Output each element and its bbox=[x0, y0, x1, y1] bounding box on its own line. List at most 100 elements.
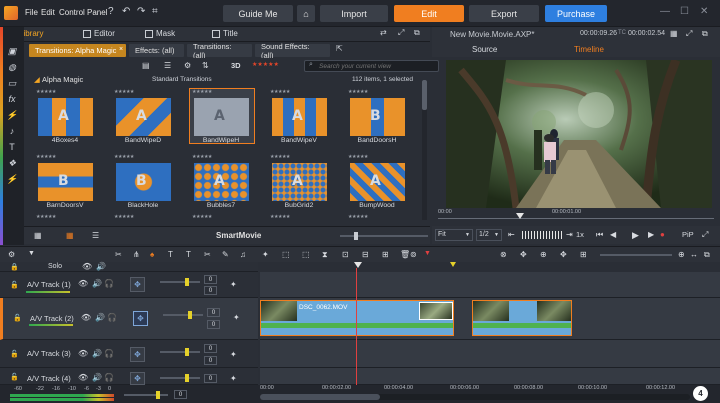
monitor-icon[interactable]: ▭ bbox=[5, 76, 19, 90]
track-fx-button[interactable]: ✥ bbox=[130, 372, 145, 385]
keyframe-icon[interactable]: ✦ bbox=[230, 280, 237, 289]
search-input[interactable] bbox=[304, 60, 439, 72]
purchase-button[interactable]: Purchase bbox=[545, 5, 607, 22]
sort-icon[interactable]: ⇅ bbox=[202, 61, 209, 70]
volume-handle[interactable] bbox=[185, 374, 189, 382]
preview-scrubber[interactable]: 00:00 00:00:01.00 bbox=[432, 208, 720, 226]
help-icon[interactable]: ? bbox=[108, 6, 114, 17]
edit-tool-icon[interactable]: ✎ bbox=[222, 250, 229, 259]
timeline-zoom-slider[interactable] bbox=[600, 254, 672, 256]
timeline-popout-icon[interactable]: ⧉ bbox=[704, 250, 710, 260]
volume-slider[interactable] bbox=[163, 314, 203, 316]
tab-mask[interactable]: Mask bbox=[145, 29, 175, 38]
volume-handle[interactable] bbox=[188, 311, 192, 319]
crop-tool-icon[interactable]: ⊡ bbox=[342, 250, 349, 259]
filter-icon[interactable]: ⚙ bbox=[184, 61, 191, 70]
scissors-icon[interactable]: ✂ bbox=[204, 250, 211, 259]
media-icon[interactable]: ▣ bbox=[5, 44, 19, 58]
transition-item[interactable]: ★★★★★ A BandWipeV bbox=[270, 89, 327, 144]
master-volume-slider[interactable] bbox=[124, 394, 168, 396]
zoom-in-icon[interactable]: ⊕ bbox=[678, 250, 685, 259]
insert-icon[interactable]: ✥ bbox=[560, 250, 567, 259]
headphone-icon[interactable]: 🎧 bbox=[104, 373, 114, 382]
filter-tab-effects[interactable]: Effects: (all) bbox=[129, 44, 184, 57]
lock-icon[interactable]: 🔓 bbox=[10, 281, 19, 289]
list-view-icon[interactable]: ☰ bbox=[164, 61, 171, 70]
timeline-ruler[interactable] bbox=[260, 262, 720, 272]
title-tool-icon[interactable]: T bbox=[168, 250, 173, 259]
jog-shuttle[interactable] bbox=[522, 231, 562, 239]
lock-icon[interactable]: 🔓 bbox=[13, 314, 22, 322]
track-lane-3[interactable] bbox=[260, 340, 720, 368]
delete-icon[interactable]: 🗑 bbox=[400, 250, 410, 259]
transition-item[interactable]: ★★★★★ A Bubbles7 bbox=[192, 154, 249, 209]
sound-effect-icon[interactable]: ⚡ bbox=[5, 172, 19, 186]
keyframe-icon[interactable]: ✦ bbox=[230, 374, 237, 383]
lock-icon[interactable]: 🔓 bbox=[10, 350, 19, 358]
fx-tool-icon[interactable]: ✦ bbox=[262, 250, 269, 259]
popout-icon[interactable]: ⧉ bbox=[702, 29, 708, 39]
transition-icon[interactable]: ⚡ bbox=[5, 108, 19, 122]
eye-icon[interactable]: 👁 bbox=[81, 313, 91, 322]
marker-icon[interactable]: ♠ bbox=[150, 250, 154, 259]
timeline-scrollbar[interactable] bbox=[260, 394, 690, 400]
magnet-icon[interactable]: ⊕ bbox=[540, 250, 547, 259]
swap-icon[interactable]: ⇄ bbox=[380, 28, 387, 37]
filter-tab-transitions[interactable]: Transitions: (all) bbox=[187, 42, 252, 60]
speaker-icon[interactable]: 🔊 bbox=[95, 313, 105, 322]
track-header-1[interactable]: 🔓 A/V Track (1) 👁 🔊 🎧 ✥ 0 0 ✦ bbox=[0, 272, 258, 298]
razor-icon[interactable]: ✂ bbox=[115, 250, 122, 259]
fx-icon[interactable]: fx bbox=[5, 92, 19, 106]
keyframe-icon[interactable]: ✦ bbox=[230, 350, 237, 359]
video-clip[interactable] bbox=[472, 300, 572, 336]
transition-item[interactable]: ★★★★★ A BandWipeD bbox=[114, 89, 171, 144]
speaker-icon[interactable]: 🔊 bbox=[96, 262, 106, 271]
minimize-icon[interactable]: — bbox=[660, 6, 670, 17]
export-button[interactable]: Export bbox=[469, 5, 539, 22]
go-start-icon[interactable]: ⏮ bbox=[596, 230, 603, 240]
speed-tool-icon[interactable]: ⧗ bbox=[322, 250, 328, 260]
transition-item[interactable]: ★★★★★ A BumpWood bbox=[348, 154, 405, 209]
expand-icon[interactable]: ⤢ bbox=[398, 28, 404, 38]
grid-icon[interactable]: ▦ bbox=[670, 29, 678, 38]
video-preview[interactable] bbox=[446, 60, 712, 208]
dropdown-icon[interactable]: ▼ bbox=[28, 250, 35, 257]
step-forward-icon[interactable]: ⇥ bbox=[566, 230, 573, 239]
globe-icon[interactable]: ◍ bbox=[5, 60, 19, 74]
speaker-icon[interactable]: 🔊 bbox=[92, 279, 102, 288]
track-lane-4[interactable] bbox=[260, 368, 720, 385]
resolution-select[interactable]: 1/2 ▼ bbox=[476, 229, 502, 241]
import-button[interactable]: Import bbox=[320, 5, 388, 22]
stabilize-icon[interactable]: ⬚ bbox=[302, 250, 310, 259]
volume-value[interactable]: 0 bbox=[204, 275, 217, 284]
menu-file[interactable]: File bbox=[25, 8, 38, 17]
music-icon[interactable]: ♪ bbox=[5, 124, 19, 138]
text-tool-icon[interactable]: T bbox=[186, 250, 191, 259]
master-volume-handle[interactable] bbox=[156, 391, 160, 399]
marker-flag-icon[interactable] bbox=[450, 262, 456, 267]
fullscreen-icon[interactable]: ⤢ bbox=[702, 230, 708, 240]
trash-icon[interactable]: ▦ bbox=[34, 231, 42, 240]
smartmovie-button[interactable]: SmartMovie bbox=[216, 231, 261, 240]
speaker-icon[interactable]: 🔊 bbox=[92, 349, 102, 358]
track-lane-1[interactable] bbox=[260, 272, 720, 298]
home-icon[interactable]: ⌂ bbox=[297, 5, 315, 22]
pan-value[interactable]: 0 bbox=[207, 320, 220, 329]
motion-icon[interactable]: ⊞ bbox=[382, 250, 389, 259]
headphone-icon[interactable]: 🎧 bbox=[104, 349, 114, 358]
keyframe-icon[interactable]: ✦ bbox=[233, 313, 240, 322]
popout-icon[interactable]: ⧉ bbox=[414, 28, 420, 38]
notification-badge[interactable]: 4 bbox=[693, 386, 708, 401]
expand-icon[interactable]: ⤢ bbox=[686, 29, 692, 39]
grid-scrollbar[interactable] bbox=[422, 80, 427, 220]
tab-timeline[interactable]: Timeline bbox=[574, 45, 604, 54]
volume-slider[interactable] bbox=[160, 377, 200, 379]
undo-icon[interactable]: ↶ bbox=[122, 6, 130, 17]
transition-item[interactable]: ★★★★★ A BandWipeH bbox=[192, 89, 249, 144]
transition-item[interactable]: ★★★★★ B BarnDoorsV bbox=[36, 154, 93, 209]
snap-icon[interactable]: ✥ bbox=[520, 250, 527, 259]
zoom-slider-handle[interactable] bbox=[354, 232, 358, 240]
transition-item[interactable]: ★★★★★ B BandDoorsH bbox=[348, 89, 405, 144]
record-icon[interactable]: ● bbox=[660, 230, 665, 239]
link-icon[interactable]: ⊗ bbox=[500, 250, 507, 259]
